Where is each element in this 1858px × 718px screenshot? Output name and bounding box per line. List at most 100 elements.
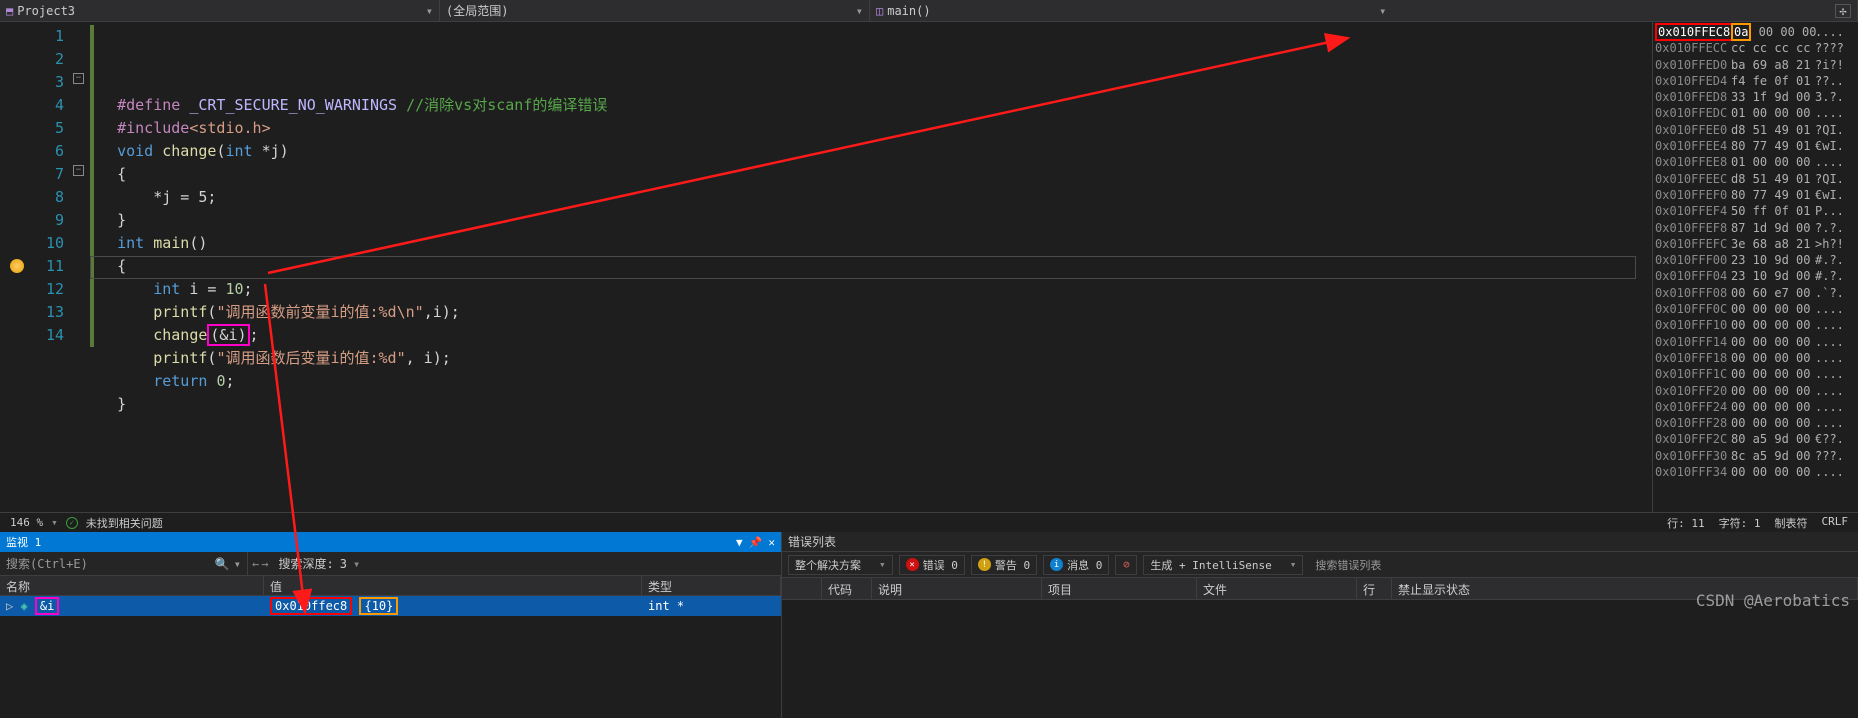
kw-include: #include xyxy=(117,119,189,137)
stmt-assign: *j = 5; xyxy=(153,188,216,206)
watch-title: 监视 1 xyxy=(6,534,41,550)
scope-selector[interactable]: (全局范围) ▾ xyxy=(440,0,870,21)
fn-printf: printf xyxy=(153,303,207,321)
col-value[interactable]: 值 xyxy=(264,576,642,595)
col-line[interactable]: 行 xyxy=(1357,578,1392,599)
status-line: 行: 11 xyxy=(1667,515,1705,531)
fold-icon[interactable]: − xyxy=(73,165,84,176)
errlist-title: 错误列表 xyxy=(788,533,836,550)
clear-button[interactable]: ⊘ xyxy=(1115,555,1137,575)
warning-icon: ! xyxy=(978,558,991,571)
chevron-down-icon: ▾ xyxy=(856,4,863,18)
header-name: <stdio.h> xyxy=(189,119,270,137)
var-icon: ◈ xyxy=(20,599,27,613)
watch-search[interactable]: 搜索(Ctrl+E) 🔍▾ xyxy=(0,552,248,575)
close-icon[interactable]: ✕ xyxy=(768,536,775,549)
watch-header[interactable]: 监视 1 ▼ 📌 ✕ xyxy=(0,532,781,552)
info-icon: i xyxy=(1050,558,1063,571)
watch-panel: 监视 1 ▼ 📌 ✕ 搜索(Ctrl+E) 🔍▾ ← → 搜索深度: 3 ▾ 名称 … xyxy=(0,532,782,718)
col-type[interactable]: 类型 xyxy=(642,576,781,595)
solution-filter[interactable]: 整个解决方案▾ xyxy=(788,555,893,575)
context-bar: ⬒ Project3 ▾ (全局范围) ▾ ◫ main() ▾ ✢ xyxy=(0,0,1858,22)
semicolon: ; xyxy=(250,326,259,344)
error-list-panel: 错误列表 整个解决方案▾ ✕错误 0 !警告 0 i消息 0 ⊘ 生成 + In… xyxy=(782,532,1858,718)
col-file[interactable]: 文件 xyxy=(1197,578,1357,599)
clear-icon: ⊘ xyxy=(1123,558,1130,571)
line-gutter: − − 1234567891011121314 xyxy=(0,22,90,512)
watch-var-name: &i xyxy=(35,597,59,615)
search-placeholder: 搜索(Ctrl+E) xyxy=(6,555,88,572)
watermark: CSDN @Aerobatics xyxy=(1696,591,1850,610)
dropdown-icon[interactable]: ▼ xyxy=(736,536,743,549)
split-button[interactable]: ✢ xyxy=(1835,4,1851,18)
watch-address: 0x010ffec8 xyxy=(270,597,352,615)
check-icon: ✓ xyxy=(66,517,78,529)
chevron-down-icon: ▾ xyxy=(1379,4,1386,18)
build-filter[interactable]: 生成 + IntelliSense▾ xyxy=(1143,555,1303,575)
error-icon: ✕ xyxy=(906,558,919,571)
project-selector[interactable]: ⬒ Project3 ▾ xyxy=(0,0,440,21)
messages-filter[interactable]: i消息 0 xyxy=(1043,555,1109,575)
watch-type: int * xyxy=(642,599,781,613)
watch-row[interactable]: ▷ ◈ &i 0x010ffec8 {10} int * xyxy=(0,596,781,616)
errlist-toolbar: 整个解决方案▾ ✕错误 0 !警告 0 i消息 0 ⊘ 生成 + Intelli… xyxy=(782,552,1858,578)
issues-text: 未找到相关问题 xyxy=(86,515,163,531)
fn-change-call: change xyxy=(153,326,207,344)
nav-next-icon[interactable]: → xyxy=(261,557,268,571)
warnings-filter[interactable]: !警告 0 xyxy=(971,555,1037,575)
col-code[interactable]: 代码 xyxy=(822,578,872,599)
status-col: 字符: 1 xyxy=(1719,515,1761,531)
code-content[interactable]: #define _CRT_SECURE_NO_WARNINGS //消除vs对s… xyxy=(90,22,1652,512)
zoom-level[interactable]: 146 % xyxy=(10,516,43,529)
breakpoint-current-icon[interactable] xyxy=(10,259,24,273)
errlist-search[interactable]: 搜索错误列表 xyxy=(1309,555,1852,575)
function-name: main() xyxy=(887,4,930,18)
kw-int: int xyxy=(225,142,252,160)
status-crlf: CRLF xyxy=(1822,515,1849,531)
status-bar: 146 % ▾ ✓ 未找到相关问题 行: 11 字符: 1 制表符 CRLF xyxy=(0,512,1858,532)
project-icon: ⬒ xyxy=(6,4,13,18)
function-icon: ◫ xyxy=(876,4,883,18)
chevron-down-icon[interactable]: ▾ xyxy=(353,557,360,571)
string-literal: "调用函数前变量i的值:%d\n" xyxy=(216,303,423,321)
search-icon: 🔍 xyxy=(215,557,230,571)
param-j: *j xyxy=(262,142,280,160)
chevron-down-icon: ▾ xyxy=(426,4,433,18)
code-editor[interactable]: − − 1234567891011121314 #define _CRT_SEC… xyxy=(0,22,1652,512)
function-selector[interactable]: ◫ main() ▾ ✢ xyxy=(870,0,1858,21)
watch-toolbar: 搜索(Ctrl+E) 🔍▾ ← → 搜索深度: 3 ▾ xyxy=(0,552,781,576)
project-name: Project3 xyxy=(17,4,75,18)
string-literal: "调用函数后变量i的值:%d" xyxy=(216,349,405,367)
fold-icon[interactable]: − xyxy=(73,73,84,84)
nav-prev-icon[interactable]: ← xyxy=(252,557,259,571)
main-area: − − 1234567891011121314 #define _CRT_SEC… xyxy=(0,22,1858,512)
depth-label: 搜索深度: xyxy=(278,555,333,572)
watch-columns: 名称 值 类型 xyxy=(0,576,781,596)
macro-name: _CRT_SECURE_NO_WARNINGS xyxy=(189,96,397,114)
errors-filter[interactable]: ✕错误 0 xyxy=(899,555,965,575)
kw-void: void xyxy=(117,142,153,160)
memory-panel[interactable]: 0x010FFEC80a 00 00 00....0x010FFECCcc cc… xyxy=(1652,22,1858,512)
fn-main: main xyxy=(153,234,189,252)
comment: //消除vs对scanf的编译错误 xyxy=(406,96,607,114)
fn-printf: printf xyxy=(153,349,207,367)
kw-int: int xyxy=(153,280,180,298)
highlighted-arg: (&i) xyxy=(207,324,249,346)
kw-int: int xyxy=(117,234,144,252)
col-project[interactable]: 项目 xyxy=(1042,578,1197,599)
args: ,i); xyxy=(424,303,460,321)
status-tabs: 制表符 xyxy=(1775,515,1808,531)
col-desc[interactable]: 说明 xyxy=(872,578,1042,599)
args: , i); xyxy=(406,349,451,367)
kw-define: #define xyxy=(117,96,180,114)
errlist-header[interactable]: 错误列表 xyxy=(782,532,1858,552)
pin-icon[interactable]: 📌 xyxy=(749,536,763,549)
fn-change: change xyxy=(162,142,216,160)
change-bar xyxy=(90,25,94,347)
col-name[interactable]: 名称 xyxy=(0,576,264,595)
scope-label: (全局范围) xyxy=(446,2,508,19)
watch-value: {10} xyxy=(359,597,398,615)
current-line-highlight xyxy=(90,256,1636,279)
depth-value[interactable]: 3 xyxy=(340,557,347,571)
bottom-panels: 监视 1 ▼ 📌 ✕ 搜索(Ctrl+E) 🔍▾ ← → 搜索深度: 3 ▾ 名称 … xyxy=(0,532,1858,718)
